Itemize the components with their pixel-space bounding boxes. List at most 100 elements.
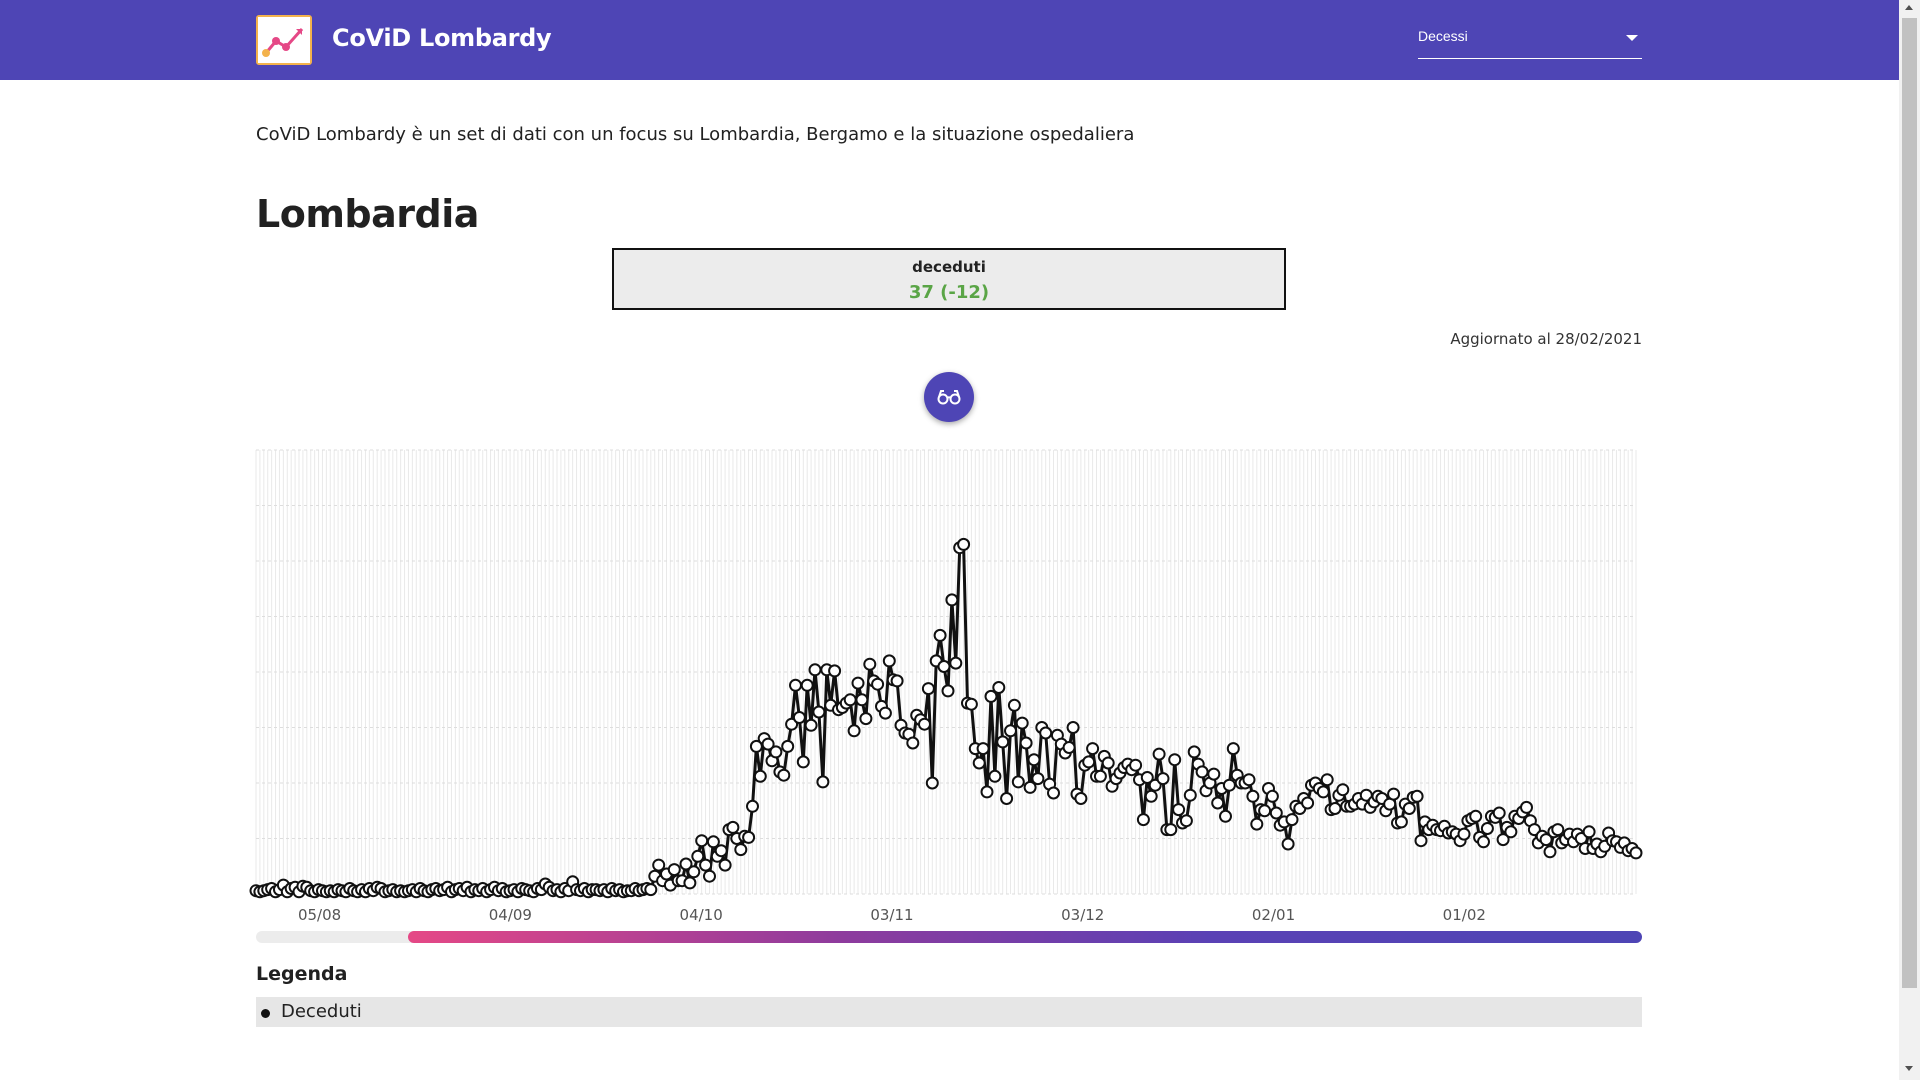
x-tick-label: 04/10 bbox=[680, 906, 723, 924]
data-point bbox=[796, 755, 810, 769]
data-point bbox=[882, 654, 896, 668]
data-point bbox=[921, 682, 935, 696]
legend-item-deceduti[interactable]: Deceduti bbox=[256, 997, 1642, 1027]
data-point bbox=[1222, 778, 1236, 792]
data-point bbox=[1457, 827, 1471, 841]
data-point bbox=[949, 656, 963, 670]
x-tick-label: 05/08 bbox=[298, 906, 341, 924]
data-point bbox=[1086, 742, 1100, 756]
data-point bbox=[777, 768, 791, 782]
data-point bbox=[1015, 716, 1029, 730]
data-point bbox=[703, 869, 716, 883]
legend-item-label: Deceduti bbox=[281, 1001, 362, 1022]
data-point bbox=[1168, 753, 1182, 767]
data-point bbox=[996, 735, 1010, 749]
data-point bbox=[941, 684, 955, 698]
data-point bbox=[1195, 765, 1209, 779]
data-point bbox=[781, 739, 795, 753]
data-point bbox=[1062, 741, 1076, 754]
data-point bbox=[1093, 769, 1107, 783]
data-point bbox=[843, 693, 857, 707]
data-point bbox=[1387, 787, 1401, 801]
data-point bbox=[1187, 745, 1201, 759]
data-point bbox=[828, 664, 842, 678]
date-range-slider[interactable] bbox=[256, 931, 1642, 943]
data-point bbox=[1074, 792, 1088, 805]
x-tick-label: 03/11 bbox=[870, 906, 913, 924]
data-point bbox=[726, 820, 740, 834]
data-point bbox=[878, 706, 892, 720]
data-point bbox=[683, 876, 697, 890]
data-point bbox=[1285, 813, 1299, 827]
data-point bbox=[871, 677, 885, 691]
page-scrollbar[interactable] bbox=[1899, 0, 1920, 1080]
data-point bbox=[1301, 796, 1315, 810]
data-point bbox=[972, 756, 986, 770]
data-point bbox=[1219, 809, 1232, 823]
data-point bbox=[992, 681, 1006, 694]
data-point bbox=[742, 830, 756, 844]
data-point bbox=[1246, 789, 1260, 803]
data-point bbox=[1504, 825, 1518, 839]
data-point bbox=[957, 537, 971, 551]
data-point bbox=[1136, 813, 1150, 827]
data-point bbox=[851, 676, 865, 690]
data-point bbox=[687, 865, 701, 879]
data-point bbox=[1211, 796, 1225, 810]
data-point bbox=[1007, 698, 1021, 712]
data-point bbox=[792, 711, 806, 724]
data-point bbox=[945, 593, 959, 607]
data-point bbox=[1258, 804, 1272, 818]
data-point bbox=[808, 663, 822, 677]
data-point bbox=[863, 657, 877, 671]
data-point bbox=[1047, 786, 1060, 800]
data-point bbox=[667, 863, 681, 877]
data-point bbox=[1172, 803, 1186, 817]
data-point bbox=[1281, 837, 1295, 851]
data-point bbox=[859, 712, 873, 726]
data-point bbox=[1101, 756, 1115, 770]
data-point bbox=[1582, 825, 1596, 839]
data-point bbox=[718, 858, 732, 872]
x-tick-label: 01/02 bbox=[1443, 906, 1486, 924]
data-point bbox=[644, 883, 658, 897]
date-range-selection[interactable] bbox=[408, 931, 1642, 943]
x-tick-label: 04/09 bbox=[489, 906, 532, 924]
data-point bbox=[1402, 802, 1416, 815]
data-point bbox=[1144, 789, 1158, 803]
x-tick-label: 02/01 bbox=[1252, 906, 1295, 924]
data-point bbox=[699, 858, 713, 872]
data-point bbox=[1164, 823, 1178, 837]
data-point bbox=[1019, 736, 1033, 750]
data-point bbox=[925, 776, 939, 790]
scroll-thumb[interactable] bbox=[1902, 18, 1917, 988]
data-point bbox=[933, 628, 947, 642]
data-point bbox=[816, 775, 830, 789]
data-point bbox=[1520, 800, 1533, 814]
data-point bbox=[1179, 814, 1193, 828]
data-point bbox=[890, 674, 904, 688]
data-point bbox=[734, 843, 748, 857]
data-point bbox=[769, 745, 783, 759]
data-point bbox=[1477, 835, 1490, 849]
data-point bbox=[1066, 721, 1080, 734]
legend-title: Legenda bbox=[256, 963, 348, 985]
data-point bbox=[812, 705, 826, 719]
deaths-chart: 05/08 04/09 04/10 03/11 03/12 02/01 01/02 bbox=[0, 0, 1899, 940]
data-point bbox=[1207, 767, 1221, 781]
data-point bbox=[789, 678, 802, 692]
scroll-down-icon[interactable] bbox=[1905, 1066, 1913, 1071]
data-point bbox=[804, 718, 818, 732]
data-point bbox=[1011, 775, 1025, 789]
chart-svg: 05/08 04/09 04/10 03/11 03/12 02/01 01/02 bbox=[249, 449, 1643, 924]
data-point bbox=[855, 693, 869, 707]
data-point bbox=[906, 736, 920, 750]
data-point bbox=[988, 769, 1002, 783]
legend-dot-icon bbox=[261, 1009, 270, 1018]
data-point bbox=[714, 844, 728, 858]
data-point bbox=[1152, 747, 1166, 761]
data-point bbox=[695, 834, 709, 848]
data-point bbox=[980, 785, 994, 799]
data-point bbox=[1265, 789, 1279, 803]
scroll-up-icon[interactable] bbox=[1905, 5, 1913, 10]
